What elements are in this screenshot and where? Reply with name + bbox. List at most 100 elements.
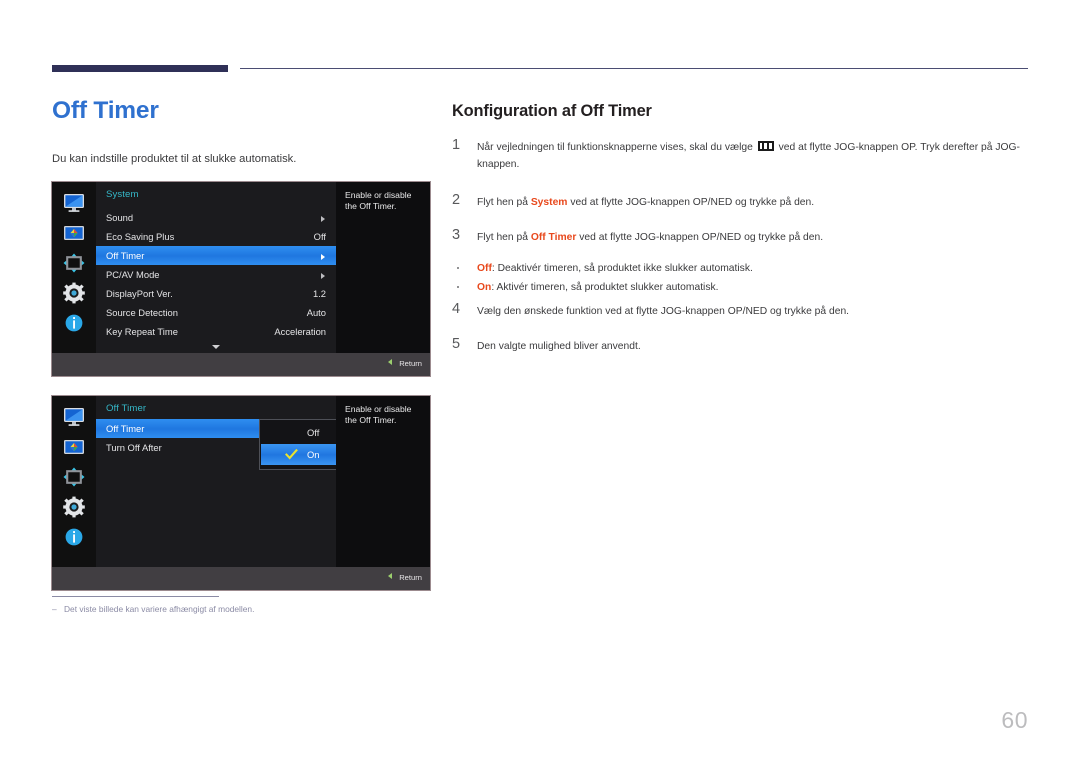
header-rule-thick (52, 65, 228, 72)
osd-row-source-detection[interactable]: Source Detection Auto (96, 303, 336, 322)
osd-row-off-timer-selected[interactable]: Off Timer (96, 246, 336, 265)
step-text: Vælg den ønskede funktion ved at flytte … (477, 306, 850, 317)
step-3: 3 Flyt hen på Off Timer ved at flytte JO… (452, 227, 1028, 247)
step-text: Når vejledningen til funktionsknapperne … (477, 140, 1028, 173)
osd-menu-panel: System Sound Eco Saving Plus Off Off Tim… (96, 182, 336, 353)
footnote-dash: ‒ (52, 604, 57, 614)
section-title: Konfiguration af Off Timer (452, 102, 652, 120)
osd-row-key-repeat-time[interactable]: Key Repeat Time Acceleration (96, 322, 336, 341)
osd-icon-rail (52, 396, 96, 567)
osd-row-value: Acceleration (274, 326, 326, 337)
step-emphasis: Off Timer (530, 232, 577, 243)
step-5: 5 Den valgte mulighed bliver anvendt. (452, 336, 1028, 356)
info-icon[interactable] (60, 526, 88, 548)
step-text: Flyt hen på Off Timer ved at flytte JOG-… (477, 230, 1028, 247)
footnote: ‒ Det viste billede kan variere afhængigt… (52, 603, 552, 616)
osd-row-label: Sound (106, 212, 134, 223)
osd-menu-heading: System (106, 189, 139, 200)
footnote-rule (52, 596, 219, 598)
dropdown-option-label: On (307, 449, 320, 460)
footnote-text: Det viste billede kan variere afhængigt … (64, 604, 255, 614)
osd-row-label: DisplayPort Ver. (106, 288, 173, 299)
osd-row-label: Off Timer (106, 423, 145, 434)
osd-return-label: Return (399, 359, 422, 368)
step-2: 2 Flyt hen på System ved at flytte JOG-k… (452, 192, 1028, 212)
monitor-icon[interactable] (60, 406, 88, 428)
bullet-off: Off: Deaktivér timeren, så produktet ikk… (452, 261, 1028, 277)
picture-icon[interactable] (60, 436, 88, 458)
osd-footer-bar: Return (52, 353, 430, 376)
header-rule-thin (240, 68, 1028, 70)
chevron-right-icon (321, 215, 325, 222)
osd-return-button[interactable]: Return (388, 359, 422, 368)
step-text: Den valgte mulighed bliver anvendt. (477, 341, 641, 352)
osd-row-label: Source Detection (106, 307, 178, 318)
page-title: Off Timer (52, 97, 159, 124)
step-4: 4 Vælg den ønskede funktion ved at flytt… (452, 301, 1028, 321)
osd-return-button[interactable]: Return (388, 573, 422, 582)
osd-screenshot-off-timer-menu: Off Timer Off Timer Turn Off After Off O… (52, 396, 430, 590)
step-number: 1 (452, 137, 461, 153)
bullet-text: Off: Deaktivér timeren, så produktet ikk… (477, 261, 1028, 277)
osd-row-displayport-ver[interactable]: DisplayPort Ver. 1.2 (96, 284, 336, 303)
lead-paragraph: Du kan indstille produktet til at slukke… (52, 153, 297, 165)
osd-icon-rail (52, 182, 96, 353)
return-arrow-icon (388, 359, 393, 365)
osd-body: System Sound Eco Saving Plus Off Off Tim… (52, 182, 430, 353)
bullet-dot (457, 285, 460, 288)
step-number: 2 (452, 192, 461, 208)
osd-return-label: Return (399, 573, 422, 582)
osd-menu-heading: Off Timer (106, 403, 147, 414)
bullet-text: On: Aktivér timeren, så produktet slukke… (477, 280, 1028, 296)
bullet-on: On: Aktivér timeren, så produktet slukke… (452, 280, 1028, 296)
dropdown-option-label: Off (307, 427, 320, 438)
bullet-emphasis: On (477, 282, 492, 293)
step-text-before: Når vejledningen til funktionsknapperne … (477, 142, 753, 153)
osd-info-panel: Enable or disable the Off Timer. (336, 182, 430, 353)
step-text-prefix: Flyt hen på (477, 232, 531, 243)
return-arrow-icon (388, 573, 393, 579)
move-arrows-icon[interactable] (60, 252, 88, 274)
osd-row-eco-saving-plus[interactable]: Eco Saving Plus Off (96, 227, 336, 246)
bullet-dot (457, 266, 460, 269)
gear-icon[interactable] (60, 282, 88, 304)
step-emphasis: System (530, 197, 568, 208)
step-1: 1 Når vejledningen til funktionsknappern… (452, 137, 1028, 173)
osd-row-label: PC/AV Mode (106, 269, 160, 280)
osd-body: Off Timer Off Timer Turn Off After Off O… (52, 396, 430, 567)
osd-row-label: Key Repeat Time (106, 326, 178, 337)
osd-row-label: Off Timer (106, 250, 145, 261)
step-text: Flyt hen på System ved at flytte JOG-kna… (477, 195, 1028, 212)
picture-icon[interactable] (60, 222, 88, 244)
step-text-prefix: Flyt hen på (477, 197, 531, 208)
osd-row-sound[interactable]: Sound (96, 208, 336, 227)
chevron-right-icon (321, 272, 325, 279)
osd-info-text: Enable or disable the Off Timer. (345, 190, 412, 212)
bullet-body: : Deaktivér timeren, så produktet ikke s… (491, 263, 753, 274)
move-arrows-icon[interactable] (60, 466, 88, 488)
manual-page: Off Timer Du kan indstille produktet til… (0, 0, 1080, 763)
jog-menu-icon (757, 141, 774, 151)
step-text-suffix: ved at flytte JOG-knappen OP/NED og tryk… (567, 197, 815, 208)
chevron-right-icon (321, 253, 325, 260)
info-icon[interactable] (60, 312, 88, 334)
bullet-body: : Aktivér timeren, så produktet slukker … (491, 282, 719, 293)
osd-info-text: Enable or disable the Off Timer. (345, 404, 412, 426)
osd-row-value: Off (313, 231, 326, 242)
osd-row-label: Eco Saving Plus (106, 231, 175, 242)
page-number: 60 (1001, 707, 1028, 733)
monitor-icon[interactable] (60, 192, 88, 214)
step-number: 4 (452, 301, 461, 317)
osd-footer-bar: Return (52, 567, 430, 590)
osd-menu-panel: Off Timer Off Timer Turn Off After Off O… (96, 396, 383, 567)
step-number: 5 (452, 336, 461, 352)
osd-screenshot-system-menu: System Sound Eco Saving Plus Off Off Tim… (52, 182, 430, 376)
osd-row-value: Auto (306, 307, 326, 318)
check-icon (285, 448, 298, 461)
osd-row-value: 1.2 (312, 288, 326, 299)
scroll-down-arrow-icon[interactable] (212, 345, 220, 349)
osd-info-panel: Enable or disable the Off Timer. (336, 396, 430, 567)
osd-row-label: Turn Off After (106, 442, 162, 453)
gear-icon[interactable] (60, 496, 88, 518)
osd-row-pc-av-mode[interactable]: PC/AV Mode (96, 265, 336, 284)
